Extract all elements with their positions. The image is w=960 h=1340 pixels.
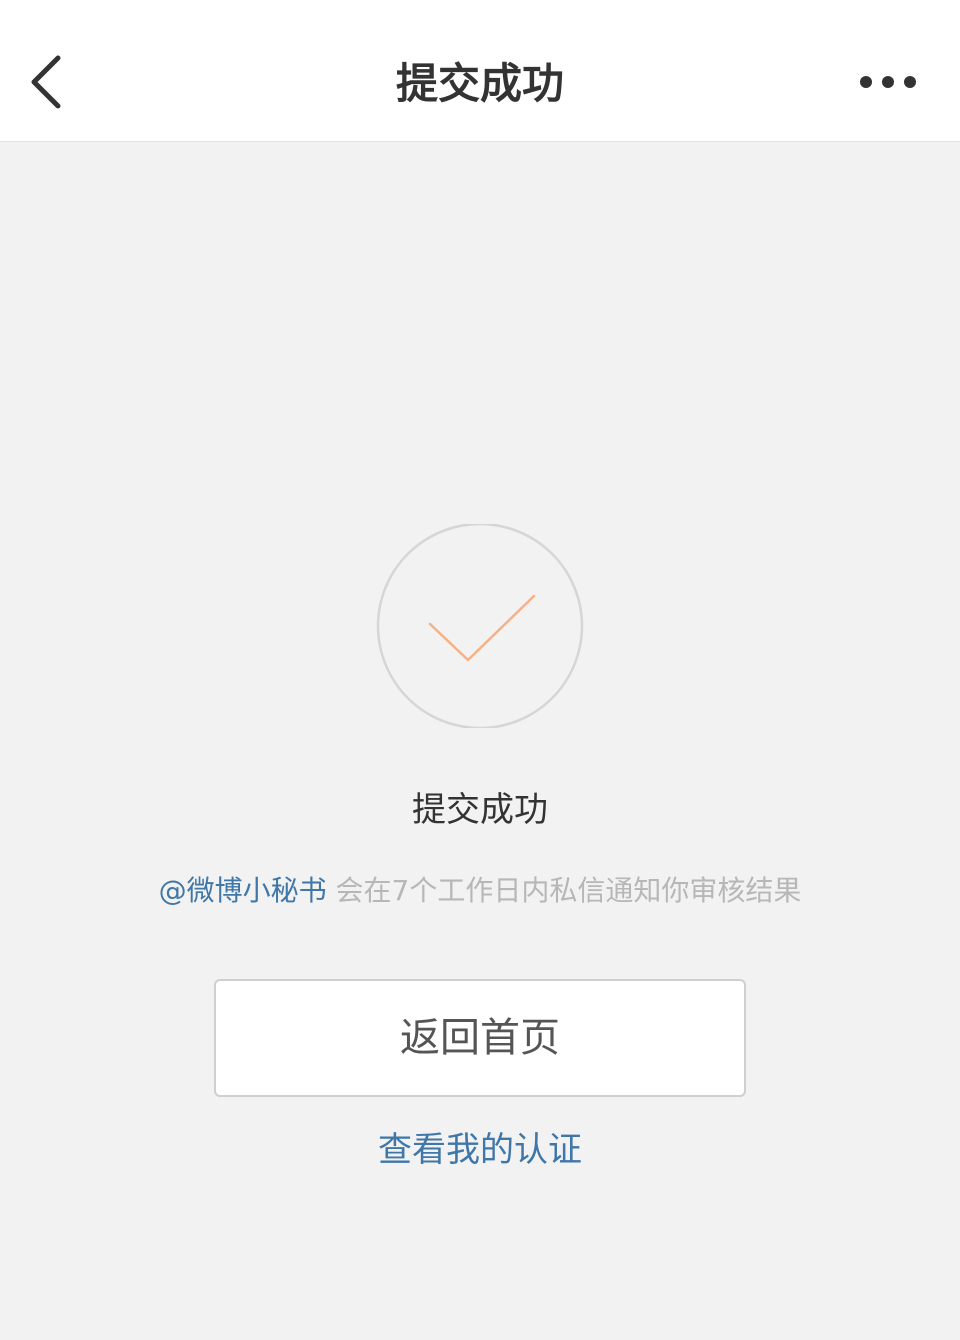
more-button[interactable]: [852, 62, 932, 102]
notice-text: 会在7个工作日内私信通知你审核结果: [326, 874, 802, 907]
view-certification-link[interactable]: 查看我的认证: [0, 1126, 960, 1174]
checkmark-icon: [376, 524, 584, 728]
success-indicator: [376, 524, 584, 728]
success-title: 提交成功: [412, 790, 548, 830]
page-title: 提交成功: [395, 59, 564, 108]
review-notice: @微博小秘书 会在7个工作日内私信通知你审核结果: [0, 870, 960, 912]
return-home-button[interactable]: 返回首页: [214, 979, 746, 1097]
nav-bar: 提交成功: [0, 0, 960, 142]
mention-link-weibo-secretary[interactable]: @微博小秘书: [159, 874, 327, 907]
more-horizontal-icon: [860, 76, 916, 88]
